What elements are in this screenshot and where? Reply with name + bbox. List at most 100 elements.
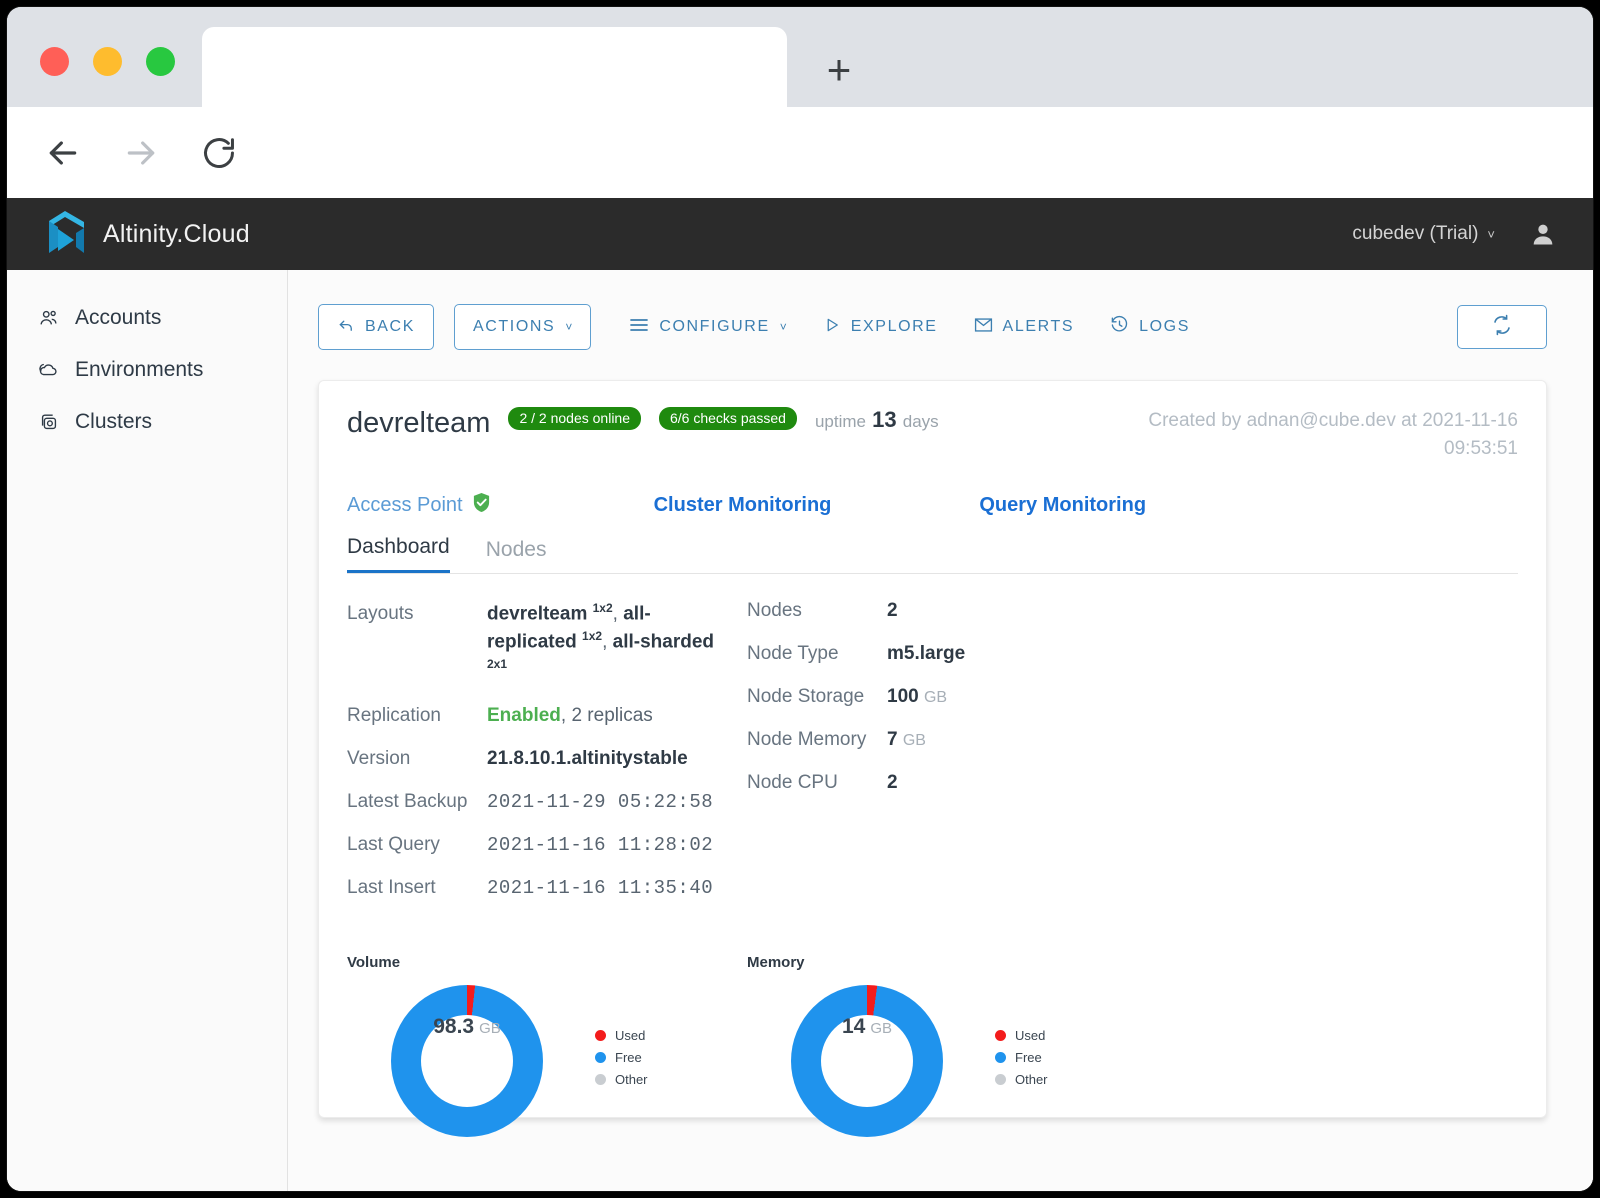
explore-button[interactable]: EXPLORE xyxy=(805,316,956,339)
volume-donut-center: 98.3 GB xyxy=(421,1014,513,1107)
detail-number: 100 xyxy=(887,686,919,708)
legend-label: Other xyxy=(615,1071,648,1087)
actions-button-label: ACTIONS xyxy=(472,318,556,335)
detail-row-node-memory: Node Memory 7 GB xyxy=(747,729,1147,751)
configure-button[interactable]: CONFIGURE ˅ xyxy=(611,317,804,338)
chevron-down-icon: ˅ xyxy=(779,320,787,334)
volume-donut-chart: 98.3 GB xyxy=(391,984,543,1137)
detail-label: Last Query xyxy=(347,833,440,855)
legend-label: Used xyxy=(615,1027,646,1043)
detail-value-node-memory: 7 GB xyxy=(887,729,926,751)
detail-row-last-insert: Last Insert 2021-11-16 11:35:40 xyxy=(347,877,747,899)
sidebar-item-clusters[interactable]: Clusters xyxy=(7,396,287,448)
detail-row-node-cpu: Node CPU 2 xyxy=(747,772,1147,794)
legend-item: Used xyxy=(995,1028,1048,1043)
play-triangle-icon xyxy=(823,316,841,339)
reload-icon[interactable] xyxy=(195,129,243,177)
volume-center-value: 98.3 xyxy=(433,1014,475,1038)
details-right-column: Nodes 2 Node Type m5.large Node Storage … xyxy=(747,600,1147,920)
detail-label: Version xyxy=(347,747,411,769)
window-controls xyxy=(40,47,175,76)
detail-number: m5.large xyxy=(887,643,966,665)
environments-icon xyxy=(37,359,61,381)
legend-swatch-other xyxy=(995,1073,1006,1085)
maximize-window-button[interactable] xyxy=(146,47,175,76)
legend-label: Free xyxy=(1015,1049,1042,1065)
detail-label: Last Insert xyxy=(347,876,436,898)
detail-number: 2 xyxy=(887,600,898,622)
browser-tabstrip: + xyxy=(7,7,1593,109)
volume-chart-legend: Used Free Other xyxy=(595,1028,648,1094)
access-point-label: Access Point xyxy=(347,494,463,517)
close-window-button[interactable] xyxy=(40,47,69,76)
tab-dashboard[interactable]: Dashboard xyxy=(347,535,450,574)
cluster-name: devrelteam xyxy=(347,407,491,439)
detail-label: Node Type xyxy=(747,643,839,665)
browser-window: + Altinity.Cloud cubedev (Trial) ˅ Accou… xyxy=(7,7,1593,1191)
memory-donut-chart: 14 GB xyxy=(791,984,943,1137)
new-tab-button[interactable]: + xyxy=(812,45,866,95)
detail-row-version: Version 21.8.10.1.altinitystable xyxy=(347,748,747,770)
cluster-toolbar: BACK ACTIONS ˅ CONFIGURE ˅ EXPLORE ALERT… xyxy=(318,300,1547,354)
legend-item: Other xyxy=(595,1072,648,1087)
detail-label: Node CPU xyxy=(747,772,838,794)
detail-unit: GB xyxy=(923,689,948,707)
access-point-link[interactable]: Access Point xyxy=(347,492,491,519)
refresh-button[interactable] xyxy=(1457,305,1547,349)
cluster-details: Layouts devrelteam 1x2, all-replicated 1… xyxy=(347,600,1518,920)
query-monitoring-link[interactable]: Query Monitoring xyxy=(979,494,1146,517)
back-button[interactable]: BACK xyxy=(318,304,434,350)
user-avatar-icon[interactable] xyxy=(1529,220,1557,248)
shield-check-icon xyxy=(472,492,491,519)
alerts-button[interactable]: ALERTS xyxy=(956,317,1093,338)
legend-label: Free xyxy=(615,1049,642,1065)
detail-value-node-storage: 100 GB xyxy=(887,686,947,708)
legend-item: Free xyxy=(995,1050,1048,1065)
sidebar-item-accounts[interactable]: Accounts xyxy=(7,292,287,344)
uptime-value: 13 xyxy=(872,407,897,432)
detail-value-nodes: 2 xyxy=(887,600,898,622)
detail-row-node-type: Node Type m5.large xyxy=(747,643,1147,665)
logs-button-label: LOGS xyxy=(1139,318,1190,335)
legend-swatch-free xyxy=(595,1051,606,1063)
legend-swatch-other xyxy=(595,1073,606,1085)
detail-value-node-type: m5.large xyxy=(887,643,965,665)
volume-center-unit: GB xyxy=(479,1019,501,1037)
account-area: cubedev (Trial) ˅ xyxy=(1352,220,1557,248)
refresh-icon xyxy=(1490,313,1514,342)
arrow-left-icon[interactable] xyxy=(39,129,87,177)
cluster-card-header: devrelteam 2 / 2 nodes online 6/6 checks… xyxy=(347,407,1518,462)
usage-charts: Volume 98.3 GB Used Free Other Memory 14… xyxy=(347,954,1518,1137)
browser-tab[interactable] xyxy=(202,27,787,109)
memory-donut-center: 14 GB xyxy=(821,1014,913,1107)
details-left-column: Layouts devrelteam 1x2, all-replicated 1… xyxy=(347,600,747,920)
sidebar-item-environments[interactable]: Environments xyxy=(7,344,287,396)
legend-label: Used xyxy=(1015,1027,1046,1043)
brand-area[interactable]: Altinity.Cloud xyxy=(43,208,250,261)
detail-value-node-cpu: 2 xyxy=(887,772,898,794)
cluster-monitoring-link[interactable]: Cluster Monitoring xyxy=(654,494,832,517)
memory-chart-legend: Used Free Other xyxy=(995,1028,1048,1094)
altinity-logo-icon xyxy=(43,208,87,261)
nodes-online-badge: 2 / 2 nodes online xyxy=(508,407,641,430)
uptime-unit: days xyxy=(902,412,939,431)
memory-center-value: 14 xyxy=(841,1014,866,1038)
minimize-window-button[interactable] xyxy=(93,47,122,76)
actions-button[interactable]: ACTIONS ˅ xyxy=(453,304,592,350)
cluster-card: devrelteam 2 / 2 nodes online 6/6 checks… xyxy=(318,380,1547,1137)
detail-value-last-insert: 2021-11-16 11:35:40 xyxy=(487,876,714,899)
explore-button-label: EXPLORE xyxy=(850,318,938,335)
detail-unit: GB xyxy=(902,732,926,750)
alerts-button-label: ALERTS xyxy=(1002,318,1075,335)
detail-value-last-query: 2021-11-16 11:28:02 xyxy=(487,833,714,856)
detail-row-node-storage: Node Storage 100 GB xyxy=(747,686,1147,708)
memory-center-unit: GB xyxy=(870,1019,893,1037)
detail-value-layouts: devrelteam 1x2, all-replicated 1x2, all-… xyxy=(487,601,715,671)
logs-button[interactable]: LOGS xyxy=(1092,315,1208,339)
back-button-label: BACK xyxy=(365,318,415,335)
main-content: BACK ACTIONS ˅ CONFIGURE ˅ EXPLORE ALERT… xyxy=(288,270,1593,1191)
detail-row-latest-backup: Latest Backup 2021-11-29 05:22:58 xyxy=(347,791,747,813)
account-switcher[interactable]: cubedev (Trial) ˅ xyxy=(1352,223,1495,245)
tab-nodes[interactable]: Nodes xyxy=(486,538,547,573)
uptime-info: uptime 13 days xyxy=(815,407,939,433)
